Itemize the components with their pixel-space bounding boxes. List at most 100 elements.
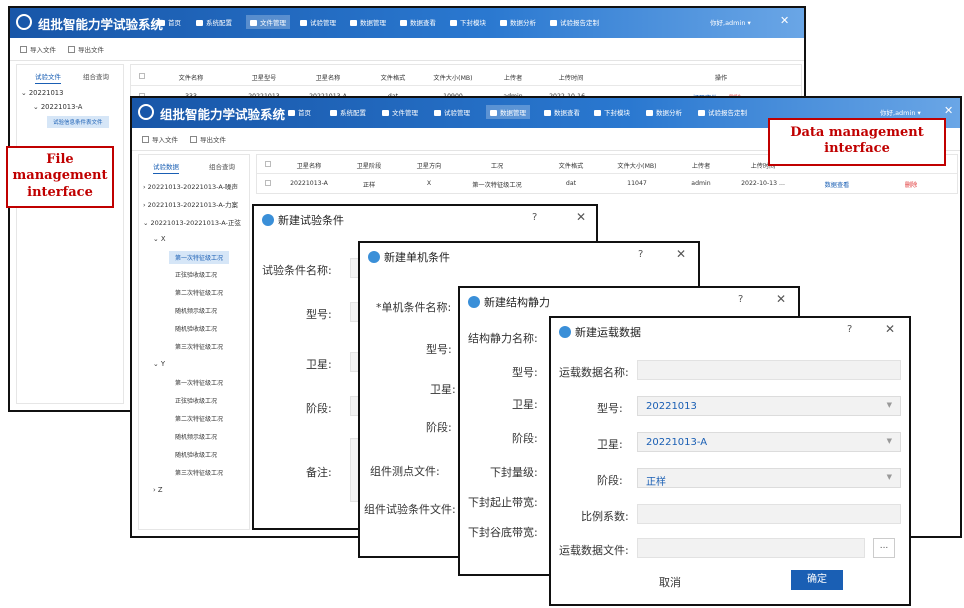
- tree-node-20221013[interactable]: ⌄ 20221013: [21, 89, 63, 97]
- launch-data-name-input[interactable]: [637, 360, 901, 380]
- import-icon: [142, 136, 149, 143]
- cell-condition: 第一次特征级工况: [472, 182, 522, 189]
- tree-item-x-2[interactable]: 正弦验收级工况: [175, 270, 217, 279]
- nav-data-management[interactable]: 数据管理: [486, 105, 530, 119]
- nav-file-management[interactable]: 文件管理: [246, 15, 290, 29]
- export-file-button[interactable]: 导出文件: [190, 134, 226, 144]
- tree-item-y-5[interactable]: 随机验收级工况: [175, 450, 217, 459]
- close-icon[interactable]: ✕: [676, 247, 686, 261]
- cell-satellite-direction: X: [426, 180, 432, 187]
- tree-node-20221013-A[interactable]: ⌄ 20221013-A: [33, 103, 82, 111]
- stage-select[interactable]: 正样 ▼: [637, 468, 901, 488]
- nav-notch-module[interactable]: 下封模块: [594, 107, 630, 117]
- delete-link[interactable]: 删除: [905, 180, 917, 189]
- user-menu[interactable]: 你好,admin ▾: [880, 107, 921, 117]
- close-icon[interactable]: ✕: [776, 292, 786, 306]
- label-model: 型号:: [306, 308, 332, 321]
- tree-item-x-1[interactable]: 第一次特征级工况: [169, 251, 230, 264]
- help-icon[interactable]: ?: [847, 324, 852, 335]
- nav-system-config[interactable]: 系统配置: [196, 17, 232, 27]
- ok-button[interactable]: 确定: [791, 570, 843, 590]
- export-file-button[interactable]: 导出文件: [68, 44, 104, 54]
- tree-item-x-3[interactable]: 第二次特征级工况: [175, 288, 223, 297]
- label-component-point-file: 组件测点文件:: [370, 465, 440, 478]
- col-satellite-name: 卫星名称: [296, 163, 322, 170]
- nav-notch-module[interactable]: 下封模块: [450, 17, 486, 27]
- tree-item-x-5[interactable]: 随机验收级工况: [175, 324, 217, 333]
- nav-data-management[interactable]: 数据管理: [350, 17, 386, 27]
- nav-data-view[interactable]: 数据查看: [400, 17, 436, 27]
- help-icon[interactable]: ?: [638, 249, 643, 260]
- col-operation: 操作: [714, 75, 728, 82]
- label-stage: 阶段:: [597, 474, 623, 487]
- tree-item-x-6[interactable]: 第三次特征级工况: [175, 342, 223, 351]
- model-select[interactable]: 20221013 ▼: [637, 396, 901, 416]
- nav-test-management[interactable]: 试验管理: [434, 107, 470, 117]
- label-stage: 阶段:: [306, 402, 332, 415]
- import-file-button[interactable]: 导入文件: [142, 134, 178, 144]
- tree-node-y[interactable]: ⌄ Y: [153, 360, 165, 368]
- tree-node-noise[interactable]: › 20221013-20221013-A-噪声: [143, 181, 238, 191]
- tab-combined-query[interactable]: 组合查询: [83, 71, 109, 81]
- tree-item-x-4[interactable]: 随机频示级工况: [175, 306, 217, 315]
- tab-combined-query[interactable]: 组合查询: [209, 161, 235, 171]
- cell-satellite-stage: 正样: [362, 182, 376, 189]
- label-satellite: 卫星:: [512, 398, 538, 411]
- label-launch-data-name: 运载数据名称:: [559, 366, 629, 379]
- nav-data-analysis[interactable]: 数据分析: [646, 107, 682, 117]
- import-icon: [20, 46, 27, 53]
- tree-node-force[interactable]: › 20221013-20221013-A-力案: [143, 199, 238, 209]
- help-icon[interactable]: ?: [738, 294, 743, 305]
- tree-item-y-6[interactable]: 第三次特征级工况: [175, 468, 223, 477]
- import-file-button[interactable]: 导入文件: [20, 44, 56, 54]
- report-icon: [698, 110, 705, 116]
- close-icon[interactable]: ✕: [885, 322, 895, 336]
- nav-home[interactable]: 首页: [288, 107, 311, 117]
- cancel-button[interactable]: 取消: [659, 574, 681, 590]
- tree-node-sine[interactable]: ⌄ 20221013-20221013-A-正弦: [143, 217, 241, 227]
- label-model: 型号:: [597, 402, 623, 415]
- close-icon[interactable]: ✕: [944, 104, 953, 117]
- dialog-title: 新建运载数据: [559, 324, 641, 340]
- tab-test-files[interactable]: 试验文件: [35, 71, 61, 84]
- scale-factor-input[interactable]: [637, 504, 901, 524]
- view-data-link[interactable]: 数据查看: [825, 180, 850, 189]
- nav-home[interactable]: 首页: [158, 17, 181, 27]
- cell-file-format: dat: [565, 180, 577, 187]
- gear-icon: [330, 110, 337, 116]
- launch-data-file-input[interactable]: [637, 538, 865, 558]
- tree-item-y-4[interactable]: 随机频示级工况: [175, 432, 217, 441]
- export-icon: [190, 136, 197, 143]
- row-checkbox[interactable]: [265, 180, 271, 186]
- label-satellite: 卫星:: [597, 438, 623, 451]
- nav-data-analysis[interactable]: 数据分析: [500, 17, 536, 27]
- help-icon[interactable]: ?: [532, 212, 537, 223]
- nav-system-config[interactable]: 系统配置: [330, 107, 366, 117]
- cell-file-size: 11047: [627, 180, 647, 187]
- file-sidebar: 试验文件 组合查询 ⌄ 20221013 ⌄ 20221013-A 试验信息条件…: [16, 64, 124, 404]
- tree-node-condition-file[interactable]: 试验信息条件表文件: [47, 116, 109, 128]
- nav-file-management[interactable]: 文件管理: [382, 107, 418, 117]
- close-icon[interactable]: ✕: [576, 210, 586, 224]
- label-launch-data-file: 运载数据文件:: [559, 544, 629, 557]
- logo-icon: [16, 14, 32, 30]
- tree-item-y-3[interactable]: 第二次特征级工况: [175, 414, 223, 423]
- tab-test-data[interactable]: 试验数据: [153, 161, 179, 174]
- user-menu[interactable]: 你好,admin ▾: [710, 17, 751, 27]
- browse-button[interactable]: ...: [873, 538, 895, 558]
- tree-node-x[interactable]: ⌄ X: [153, 235, 166, 243]
- satellite-select[interactable]: 20221013-A ▼: [637, 432, 901, 452]
- nav-report-custom[interactable]: 试验报告定制: [698, 107, 747, 117]
- select-all-checkbox[interactable]: [139, 73, 145, 79]
- tree-item-y-1[interactable]: 第一次特征级工况: [175, 378, 223, 387]
- col-satellite-direction: 卫星方向: [416, 163, 442, 170]
- tree-item-y-2[interactable]: 正弦验收级工况: [175, 396, 217, 405]
- nav-report-custom[interactable]: 试验报告定制: [550, 17, 599, 27]
- nav-data-view[interactable]: 数据查看: [544, 107, 580, 117]
- tree-node-z[interactable]: › Z: [153, 486, 163, 494]
- chevron-down-icon: ▼: [886, 401, 892, 409]
- nav-test-management[interactable]: 试验管理: [300, 17, 336, 27]
- select-all-checkbox[interactable]: [265, 161, 271, 167]
- analysis-icon: [500, 20, 507, 26]
- close-icon[interactable]: ✕: [780, 14, 789, 27]
